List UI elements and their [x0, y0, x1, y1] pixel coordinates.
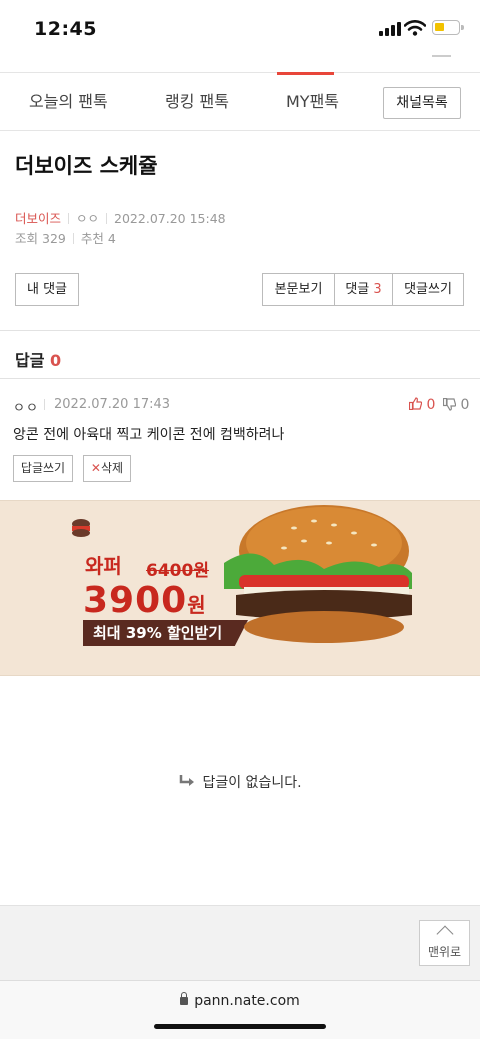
views-count: 329	[42, 231, 66, 246]
reply-button[interactable]: 답글쓰기	[13, 455, 73, 482]
comment-date: 2022.07.20 17:43	[54, 397, 171, 412]
downvote-button[interactable]: 0	[442, 397, 470, 413]
section-divider	[0, 330, 480, 331]
status-time: 12:45	[34, 18, 97, 40]
ad-banner[interactable]: 와퍼 6400원 3900원 최대 39% 할인받기	[0, 500, 480, 676]
view-post-button[interactable]: 본문보기	[262, 273, 335, 306]
home-indicator[interactable]	[154, 1024, 326, 1029]
upvote-button[interactable]: 0	[408, 397, 436, 413]
tab-today-fantalk[interactable]: 오늘의 팬톡	[29, 73, 108, 131]
post-meta: 더보이즈 ㅇㅇ 2022.07.20 15:48	[15, 208, 226, 227]
empty-message: 답글이 없습니다.	[202, 775, 302, 791]
tab-my-fantalk[interactable]: MY팬톡	[286, 73, 339, 131]
chevron-up-icon	[436, 925, 453, 943]
battery-icon	[432, 20, 464, 35]
recommend-count: 4	[107, 231, 116, 246]
thumbs-up-icon	[408, 397, 423, 411]
close-icon: ✕	[90, 461, 101, 475]
ad-product-name: 와퍼	[85, 554, 122, 578]
burger-king-logo	[72, 519, 90, 537]
ad-old-price: 6400원	[146, 561, 209, 581]
views-label: 조회	[15, 231, 39, 246]
ad-price-value: 3900	[83, 580, 188, 621]
ad-price-unit: 원	[187, 593, 207, 617]
replies-label: 답글	[15, 351, 45, 370]
post-nickname: ㅇㅇ	[76, 211, 100, 226]
tab-bar: 오늘의 팬톡 랭킹 팬톡 MY팬톡 채널목록	[0, 72, 480, 131]
ad-price: 3900원	[83, 580, 207, 621]
my-comments-button[interactable]: 내 댓글	[15, 273, 79, 306]
url-display[interactable]: pann.nate.com	[0, 992, 480, 1009]
post-stats: 조회 329 추천 4	[15, 228, 116, 247]
thumbs-down-icon	[442, 397, 457, 411]
wifi-icon	[404, 20, 426, 36]
meta-separator	[44, 399, 45, 410]
scroll-top-label: 맨위로	[427, 945, 462, 959]
replies-count: 0	[50, 351, 62, 370]
reply-arrow-icon	[180, 775, 195, 786]
recommend-label: 추천	[80, 231, 104, 246]
comments-count: 3	[373, 282, 382, 297]
post-author-link[interactable]: 더보이즈	[15, 211, 61, 226]
signal-icon	[379, 22, 401, 36]
scroll-top-button[interactable]: 맨위로	[419, 920, 470, 966]
delete-label: 삭제	[100, 461, 124, 475]
status-bar: 12:45	[0, 0, 480, 58]
comment-author: ㅇㅇ	[13, 401, 39, 416]
empty-state: 답글이 없습니다.	[0, 772, 480, 792]
burger-image	[224, 505, 412, 643]
lock-icon	[180, 992, 189, 1005]
comment-text: 앙콘 전에 아육대 찍고 케이콘 전에 컴백하려나	[13, 427, 285, 443]
section-divider	[0, 378, 480, 379]
replies-header: 답글 0	[15, 347, 61, 371]
post-title: 더보이즈 스케쥴	[15, 154, 158, 178]
comments-button[interactable]: 댓글 3	[334, 273, 393, 306]
browser-url-bar[interactable]: pann.nate.com	[0, 980, 480, 1039]
delete-button[interactable]: ✕삭제	[83, 455, 131, 482]
status-divider	[432, 55, 451, 57]
write-comment-button[interactable]: 댓글쓰기	[392, 273, 464, 306]
footer-area: 맨위로	[0, 905, 480, 980]
downvote-count: 0	[460, 397, 470, 413]
tab-ranking-fantalk[interactable]: 랭킹 팬톡	[165, 73, 229, 131]
post-date: 2022.07.20 15:48	[114, 211, 226, 226]
upvote-count: 0	[426, 397, 436, 413]
channel-list-button[interactable]: 채널목록	[383, 87, 461, 119]
url-text: pann.nate.com	[194, 993, 300, 1009]
comments-label: 댓글	[345, 282, 370, 297]
